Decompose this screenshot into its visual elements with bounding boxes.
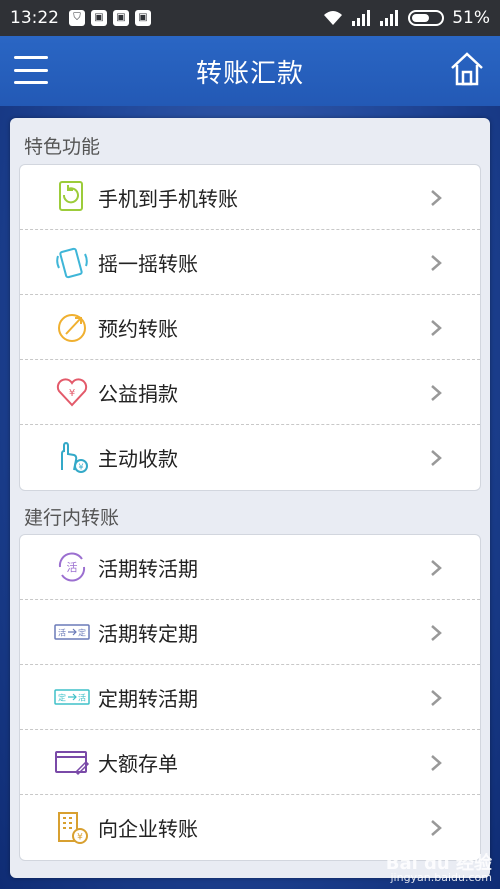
fixed-glyph: 定 bbox=[78, 628, 86, 638]
section-title-features: 特色功能 bbox=[24, 136, 101, 158]
menu-item-enterprise-transfer[interactable]: ¥ 向企业转账 bbox=[20, 795, 480, 860]
chevron-right-icon bbox=[431, 450, 442, 466]
fixed-to-current-icon: 定 活 bbox=[54, 689, 90, 705]
menu-item-scheduled-transfer[interactable]: 预约转账 bbox=[20, 295, 480, 360]
yuan-glyph: ¥ bbox=[69, 388, 75, 399]
charity-heart-icon: ¥ bbox=[56, 378, 88, 407]
chevron-right-icon bbox=[431, 690, 442, 706]
status-time: 13:22 bbox=[10, 8, 59, 28]
menu-item-label: 手机到手机转账 bbox=[98, 186, 238, 211]
yuan-glyph: ¥ bbox=[78, 462, 83, 471]
chevron-right-icon bbox=[431, 625, 442, 641]
menu-item-label: 摇一摇转账 bbox=[98, 251, 198, 276]
menu-item-label: 预约转账 bbox=[98, 316, 178, 341]
phone-transfer-icon bbox=[59, 181, 83, 211]
current-glyph: 活 bbox=[58, 628, 66, 638]
menu-icon[interactable] bbox=[14, 56, 48, 84]
battery-percent: 51% bbox=[452, 8, 490, 28]
menu-item-phone-transfer[interactable]: 手机到手机转账 bbox=[20, 165, 480, 230]
menu-item-label: 大额存单 bbox=[98, 751, 178, 776]
page-title: 转账汇款 bbox=[195, 58, 304, 89]
chevron-right-icon bbox=[431, 320, 442, 336]
shield-notif-icon: ⛉ bbox=[69, 10, 85, 26]
menu-item-label: 公益捐款 bbox=[98, 381, 178, 406]
watermark-url: jingyan.baidu.com bbox=[390, 871, 492, 884]
current-glyph: 活 bbox=[67, 561, 78, 574]
menu-item-label: 定期转活期 bbox=[98, 686, 198, 711]
fixed-glyph: 定 bbox=[58, 693, 66, 703]
menu-item-current-to-current[interactable]: 活 活期转活期 bbox=[20, 535, 480, 600]
chevron-right-icon bbox=[431, 755, 442, 771]
wifi-icon bbox=[324, 11, 343, 25]
menu-item-charity-donation[interactable]: ¥ 公益捐款 bbox=[20, 360, 480, 425]
signal-icon-1 bbox=[352, 10, 371, 26]
baidu-watermark: Bai du 经验 jingyan.baidu.com bbox=[385, 853, 492, 885]
watermark-brand: Bai du 经验 bbox=[385, 853, 492, 874]
home-icon[interactable] bbox=[448, 50, 486, 88]
menu-item-label: 向企业转账 bbox=[98, 817, 198, 841]
current-to-current-icon: 活 bbox=[58, 552, 86, 582]
app-notif-icon-3: ▣ bbox=[135, 10, 151, 26]
menu-item-label: 主动收款 bbox=[98, 447, 178, 471]
chevron-right-icon bbox=[431, 255, 442, 271]
menu-item-large-deposit[interactable]: 大额存单 bbox=[20, 730, 480, 795]
certificate-deposit-icon bbox=[55, 751, 90, 776]
app-notif-icon-1: ▣ bbox=[91, 10, 107, 26]
chevron-right-icon bbox=[431, 190, 442, 206]
signal-icon-2 bbox=[380, 10, 399, 26]
menu-item-receive-payment[interactable]: ¥ 主动收款 bbox=[20, 425, 480, 490]
notification-icons: ⛉ ▣ ▣ ▣ bbox=[69, 10, 151, 26]
current-glyph: 活 bbox=[78, 693, 86, 703]
scheduled-transfer-icon bbox=[58, 314, 86, 342]
chevron-right-icon bbox=[431, 560, 442, 576]
yuan-glyph: ¥ bbox=[77, 832, 83, 842]
current-to-fixed-icon: 活 定 bbox=[54, 624, 90, 640]
shake-phone-icon bbox=[56, 247, 88, 279]
chevron-right-icon bbox=[431, 385, 442, 401]
status-right: 51% bbox=[322, 8, 490, 28]
enterprise-transfer-icon: ¥ bbox=[58, 811, 88, 844]
menu-item-current-to-fixed[interactable]: 活 定 活期转定期 bbox=[20, 600, 480, 665]
menu-item-fixed-to-current[interactable]: 定 活 定期转活期 bbox=[20, 665, 480, 730]
ccb-transfer-card: 活 活期转活期 活 定 活期转定期 定 活 定期转活期 大额存单 ¥ 向企业转账 bbox=[19, 534, 481, 861]
features-card: 手机到手机转账 摇一摇转账 预约转账 ¥ 公益捐款 ¥ 主动收款 bbox=[19, 164, 481, 491]
menu-item-label: 活期转活期 bbox=[98, 556, 198, 581]
menu-item-shake-transfer[interactable]: 摇一摇转账 bbox=[20, 230, 480, 295]
hand-payment-icon: ¥ bbox=[61, 441, 88, 473]
app-notif-icon-2: ▣ bbox=[113, 10, 129, 26]
status-bar: 13:22 ⛉ ▣ ▣ ▣ 51% bbox=[0, 0, 500, 36]
section-title-ccb-transfer: 建行内转账 bbox=[24, 507, 120, 529]
chevron-right-icon bbox=[431, 820, 442, 836]
battery-icon bbox=[408, 10, 445, 26]
app-header: 转账汇款 bbox=[0, 36, 500, 106]
menu-item-label: 活期转定期 bbox=[98, 621, 198, 646]
